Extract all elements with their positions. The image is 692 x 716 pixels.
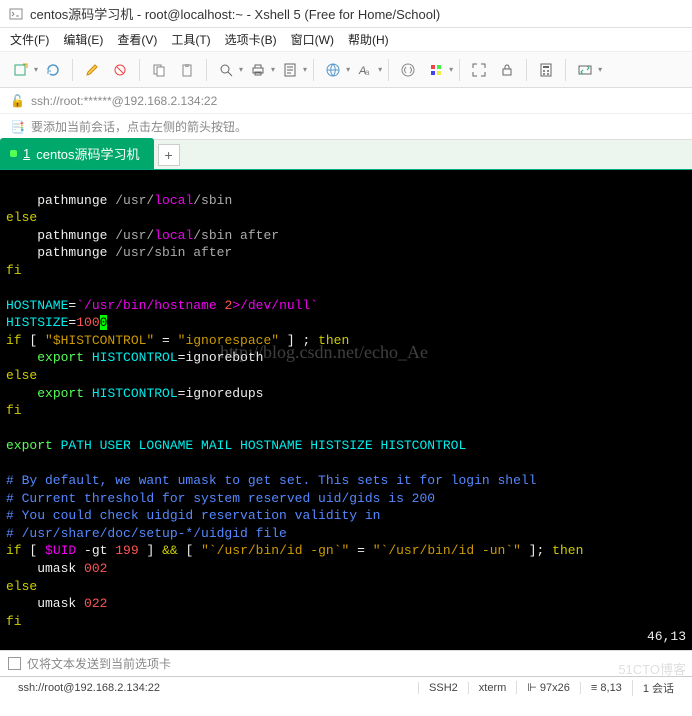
address-bar: 🔓 ssh://root:******@192.168.2.134:22 — [0, 88, 692, 114]
cursor-position: 46,13 — [647, 628, 686, 646]
calc-button[interactable] — [533, 57, 559, 83]
properties-button[interactable] — [277, 57, 303, 83]
script-button[interactable] — [395, 57, 421, 83]
titlebar: centos源码学习机 - root@localhost:~ - Xshell … — [0, 0, 692, 28]
disconnect-button[interactable] — [107, 57, 133, 83]
hint-text: 要添加当前会话，点击左侧的箭头按钮。 — [31, 118, 247, 135]
dropdown-icon[interactable]: ▾ — [598, 65, 602, 74]
menubar: 文件(F) 编辑(E) 查看(V) 工具(T) 选项卡(B) 窗口(W) 帮助(… — [0, 28, 692, 52]
tab-label: centos源码学习机 — [36, 144, 139, 163]
terminal[interactable]: pathmunge /usr/local/sbin else pathmunge… — [0, 170, 692, 650]
menu-window[interactable]: 窗口(W) — [291, 31, 334, 48]
font-button[interactable]: Aa — [352, 57, 378, 83]
status-protocol: SSH2 — [418, 682, 468, 694]
paste-button[interactable] — [174, 57, 200, 83]
new-session-button[interactable] — [8, 57, 34, 83]
session-tab[interactable]: 1 centos源码学习机 — [0, 138, 154, 169]
copy-button[interactable] — [146, 57, 172, 83]
status-dot-icon — [10, 150, 17, 157]
print-button[interactable] — [245, 57, 271, 83]
fullscreen-button[interactable] — [466, 57, 492, 83]
dropdown-icon[interactable]: ▾ — [449, 65, 453, 74]
send-label: 仅将文本发送到当前选项卡 — [27, 655, 171, 672]
send-checkbox[interactable] — [8, 657, 21, 670]
status-cursor: ≡ 8,13 — [580, 682, 632, 694]
corner-watermark: 51CTO博客 — [618, 659, 686, 678]
svg-text:a: a — [365, 68, 370, 77]
hint-bar: 📑 要添加当前会话，点击左侧的箭头按钮。 — [0, 114, 692, 140]
transfer-button[interactable] — [572, 57, 598, 83]
tab-bar: 1 centos源码学习机 + — [0, 140, 692, 170]
status-term: xterm — [468, 682, 517, 694]
menu-tools[interactable]: 工具(T) — [171, 31, 210, 48]
color-button[interactable] — [423, 57, 449, 83]
dropdown-icon[interactable]: ▾ — [303, 65, 307, 74]
edit-button[interactable] — [79, 57, 105, 83]
toolbar: ▾ ▾ ▾ ▾ ▾ Aa▾ ▾ ▾ — [0, 52, 692, 88]
dropdown-icon[interactable]: ▾ — [34, 65, 38, 74]
address-text[interactable]: ssh://root:******@192.168.2.134:22 — [31, 94, 217, 108]
status-sessions: 1 会话 — [632, 680, 684, 696]
menu-edit[interactable]: 编辑(E) — [63, 31, 103, 48]
dropdown-icon[interactable]: ▾ — [346, 65, 350, 74]
search-button[interactable] — [213, 57, 239, 83]
status-bar: ssh://root@192.168.2.134:22 SSH2 xterm ⊩… — [0, 676, 692, 698]
menu-file[interactable]: 文件(F) — [10, 31, 49, 48]
bookmark-icon[interactable]: 📑 — [10, 120, 25, 134]
menu-tabs[interactable]: 选项卡(B) — [225, 31, 277, 48]
dropdown-icon[interactable]: ▾ — [271, 65, 275, 74]
globe-button[interactable] — [320, 57, 346, 83]
dropdown-icon[interactable]: ▾ — [378, 65, 382, 74]
add-tab-button[interactable]: + — [158, 144, 180, 166]
status-size: ⊩ 97x26 — [516, 681, 580, 694]
send-bar: 仅将文本发送到当前选项卡 — [0, 650, 692, 676]
lock-button[interactable] — [494, 57, 520, 83]
menu-view[interactable]: 查看(V) — [117, 31, 157, 48]
lock-icon: 🔓 — [10, 94, 25, 108]
tab-number: 1 — [23, 146, 30, 161]
window-title: centos源码学习机 - root@localhost:~ - Xshell … — [30, 4, 440, 23]
reconnect-button[interactable] — [40, 57, 66, 83]
status-connection: ssh://root@192.168.2.134:22 — [8, 682, 418, 694]
app-icon — [8, 6, 24, 22]
dropdown-icon[interactable]: ▾ — [239, 65, 243, 74]
menu-help[interactable]: 帮助(H) — [348, 31, 389, 48]
